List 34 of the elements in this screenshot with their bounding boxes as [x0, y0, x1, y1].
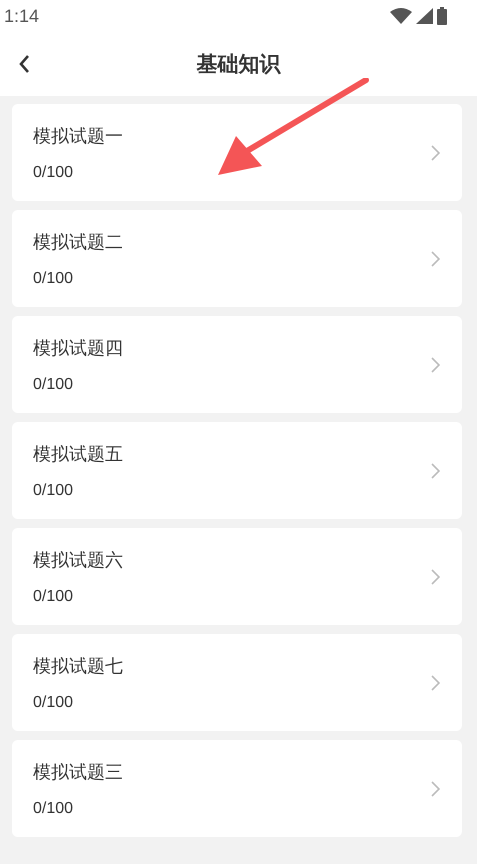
exam-title: 模拟试题二	[33, 230, 123, 254]
wifi-icon	[390, 8, 412, 24]
exam-card[interactable]: 模拟试题一 0/100	[12, 104, 462, 201]
chevron-right-icon	[431, 144, 440, 160]
battery-icon	[437, 7, 447, 25]
chevron-right-icon	[431, 568, 440, 584]
chevron-right-icon	[431, 356, 440, 372]
exam-score: 0/100	[33, 376, 74, 394]
exam-card[interactable]: 模拟试题四 0/100	[12, 316, 462, 413]
exam-score: 0/100	[33, 800, 74, 818]
signal-icon	[416, 8, 433, 24]
exam-score: 0/100	[33, 270, 74, 288]
exam-title: 模拟试题四	[33, 336, 123, 360]
chevron-right-icon	[431, 780, 440, 796]
exam-score: 0/100	[33, 482, 74, 500]
chevron-right-icon	[431, 462, 440, 478]
page-title: 基础知识	[196, 51, 280, 78]
exam-title: 模拟试题六	[33, 548, 123, 572]
chevron-right-icon	[431, 674, 440, 690]
exam-card[interactable]: 模拟试题七 0/100	[12, 634, 462, 731]
exam-score: 0/100	[33, 164, 74, 182]
exam-score: 0/100	[33, 588, 74, 606]
exam-score: 0/100	[33, 694, 74, 712]
exam-title: 模拟试题七	[33, 654, 123, 678]
exam-card[interactable]: 模拟试题六 0/100	[12, 528, 462, 625]
exam-title: 模拟试题一	[33, 124, 123, 148]
back-icon	[18, 54, 30, 74]
exam-card[interactable]: 模拟试题二 0/100	[12, 210, 462, 307]
exam-title: 模拟试题三	[33, 760, 123, 784]
exam-title: 模拟试题五	[33, 442, 123, 466]
status-time: 1:14	[4, 6, 40, 26]
exam-card[interactable]: 模拟试题五 0/100	[12, 422, 462, 519]
exam-card[interactable]: 模拟试题三 0/100	[12, 740, 462, 837]
chevron-right-icon	[431, 250, 440, 266]
